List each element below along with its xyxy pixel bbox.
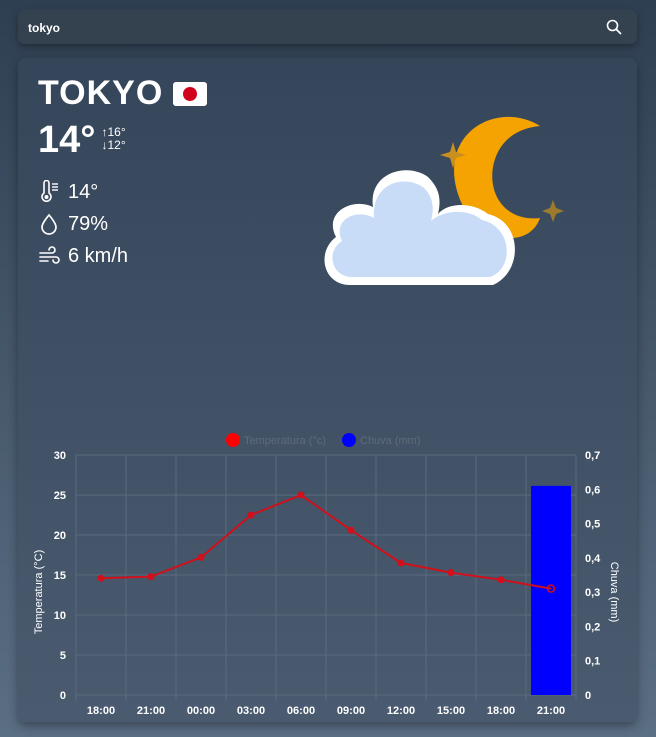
chart-legend: Temperatura (°c) Chuva (mm)	[226, 433, 421, 447]
x-tick-label: 18:00	[487, 705, 515, 717]
right-axis-ticks: 0 0,1 0,2 0,3 0,4 0,5 0,6 0,7	[585, 450, 601, 702]
temperature-point	[447, 569, 455, 577]
temperature-point	[347, 526, 355, 534]
humidity-value: 79%	[68, 212, 109, 235]
y-tick-label: 5	[60, 650, 66, 662]
x-tick-label: 18:00	[87, 705, 115, 717]
city-title: TOKYO	[38, 74, 208, 113]
city-name: TOKYO	[38, 74, 164, 112]
japan-flag-icon	[173, 81, 208, 106]
y2-tick-label: 0,6	[585, 484, 600, 496]
y-tick-label: 0	[60, 690, 66, 702]
x-tick-label: 06:00	[287, 705, 315, 717]
y2-axis-label: Chuva (mm)	[608, 562, 620, 623]
legend-temperature-swatch	[226, 433, 240, 447]
forecast-chart: Temperatura (°c) Chuva (mm) 0 5 10 15 20 25 30…	[33, 433, 620, 717]
y2-tick-label: 0,7	[585, 450, 600, 462]
min-max: ↑16° ↓12°	[101, 126, 125, 152]
y-tick-label: 20	[54, 530, 66, 542]
legend-rain-swatch	[342, 433, 356, 447]
search-input[interactable]	[26, 16, 590, 40]
wind-icon	[39, 246, 60, 264]
temperature-point	[97, 574, 105, 582]
min-temperature: ↓12°	[101, 138, 126, 152]
weather-stats: 14° 79% 6 km/h	[38, 176, 128, 272]
feels-like-stat: 14°	[38, 176, 128, 208]
droplet-icon	[41, 213, 57, 235]
feels-like-value: 14°	[68, 180, 99, 203]
wind-stat: 6 km/h	[38, 240, 128, 272]
y2-tick-label: 0	[585, 690, 591, 702]
y2-tick-label: 0,4	[585, 553, 601, 565]
temperature-row: 14° ↑16° ↓12°	[38, 120, 126, 160]
y2-tick-label: 0,2	[585, 621, 600, 633]
y2-tick-label: 0,5	[585, 519, 600, 531]
legend-rain-label: Chuva (mm)	[360, 435, 421, 447]
x-tick-label: 00:00	[187, 705, 215, 717]
y2-tick-label: 0,3	[585, 587, 600, 599]
x-axis-ticks: 18:00 21:00 00:00 03:00 06:00 09:00 12:00 15:00…	[87, 705, 565, 717]
rain-bars	[531, 485, 571, 695]
x-tick-label: 09:00	[337, 705, 365, 717]
x-tick-label: 21:00	[537, 705, 565, 717]
temperature-point	[197, 553, 205, 561]
weather-card: TOKYO 14° ↑16° ↓12° 14° 79% 6 km/h Tempe…	[18, 58, 637, 722]
search-bar	[18, 10, 637, 44]
x-tick-label: 21:00	[137, 705, 165, 717]
y-axis-label: Temperatura (°C)	[33, 550, 45, 634]
y-tick-label: 30	[54, 450, 66, 462]
cloudy-night-icon	[324, 116, 564, 285]
temperature-point	[497, 576, 505, 584]
current-temperature: 14°	[38, 119, 96, 161]
search-icon[interactable]	[605, 18, 623, 36]
temperature-point	[247, 511, 255, 519]
y-tick-label: 25	[54, 490, 66, 502]
rain-bar	[531, 485, 571, 695]
y-tick-label: 15	[54, 570, 66, 582]
x-tick-label: 03:00	[237, 705, 265, 717]
y2-tick-label: 0,1	[585, 656, 600, 668]
wind-value: 6 km/h	[68, 244, 129, 267]
humidity-stat: 79%	[38, 208, 128, 240]
temperature-point	[397, 559, 405, 567]
legend-temperature-label: Temperatura (°c)	[244, 435, 326, 447]
thermometer-icon	[41, 180, 58, 202]
x-tick-label: 15:00	[437, 705, 465, 717]
temperature-point	[147, 573, 155, 581]
x-tick-label: 12:00	[387, 705, 415, 717]
y-tick-label: 10	[54, 610, 66, 622]
temperature-point	[297, 491, 305, 499]
left-axis-ticks: 0 5 10 15 20 25 30	[54, 450, 66, 702]
